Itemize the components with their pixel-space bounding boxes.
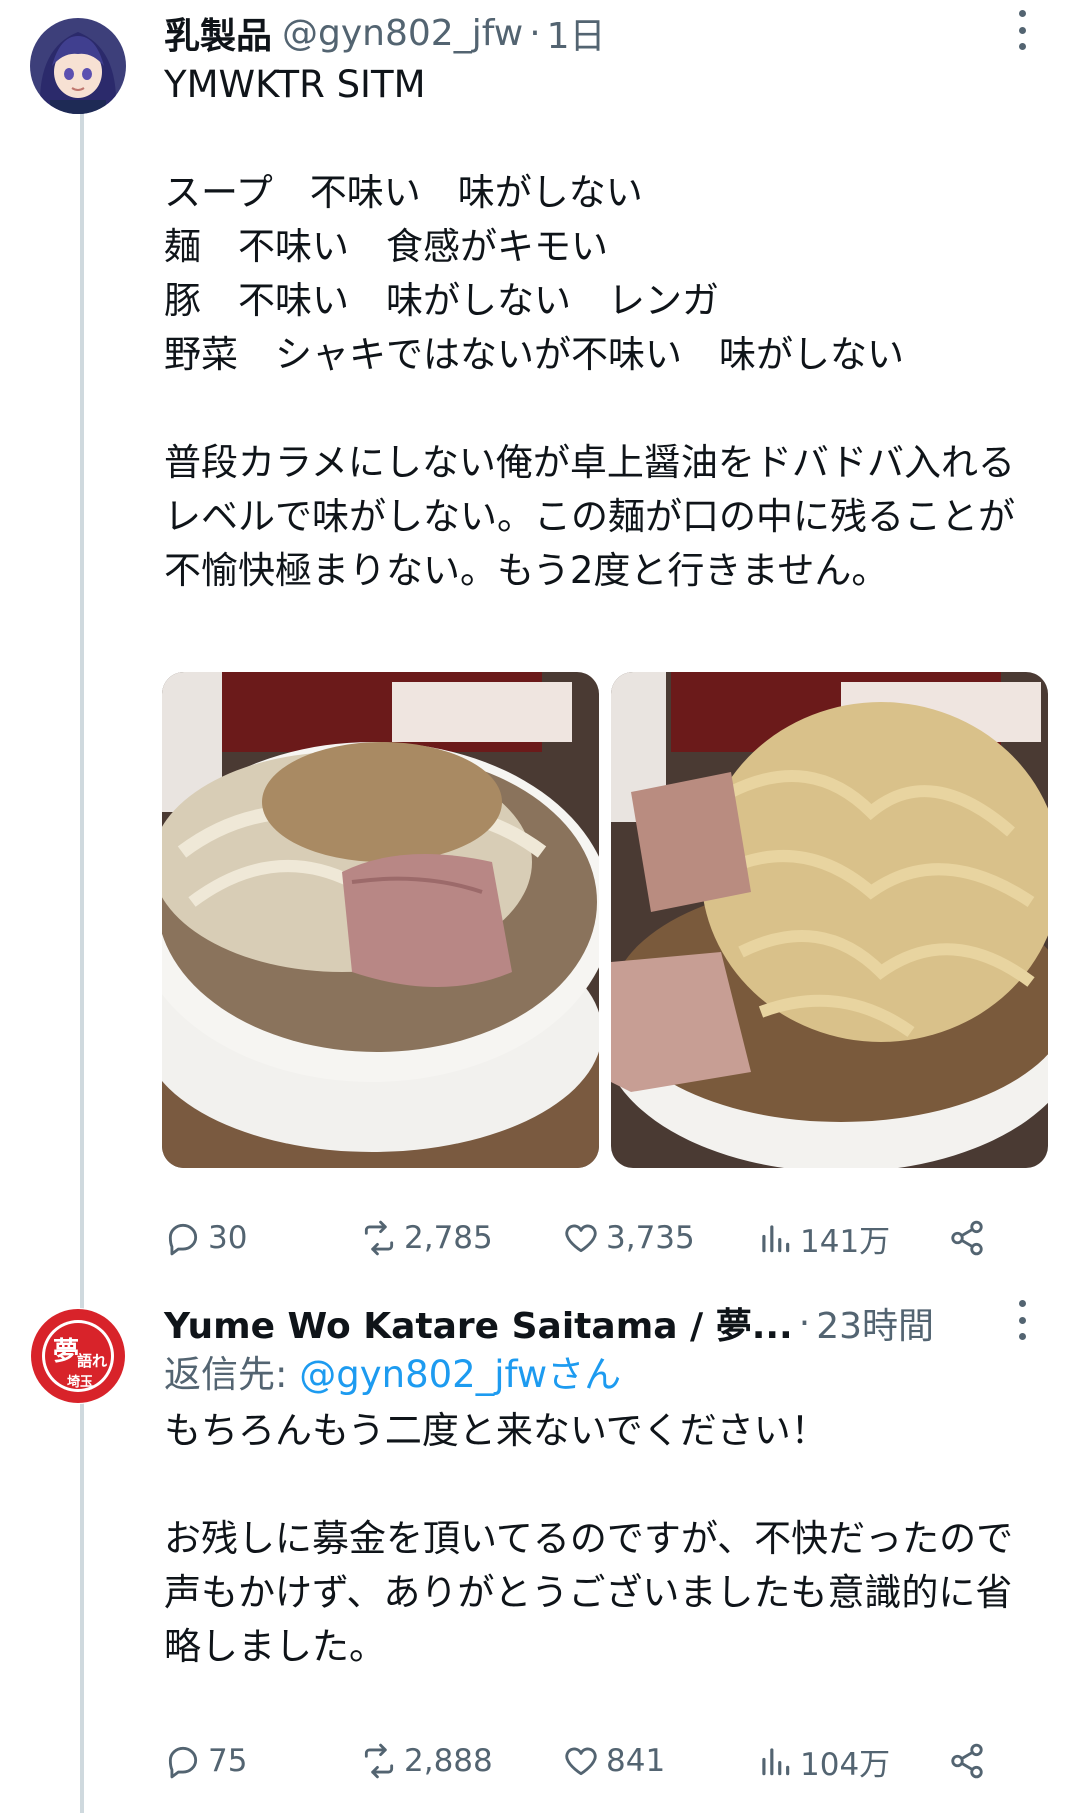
views-icon xyxy=(762,1748,790,1776)
reply-to-line: 返信先: @gyn802_jfwさん xyxy=(164,1348,621,1402)
like-button[interactable]: 841 xyxy=(562,1736,665,1786)
thread-connector-line xyxy=(80,108,84,1813)
views-icon xyxy=(762,1225,790,1253)
tweet-text: YMWKTR SITM スープ 不味い 味がしない 麺 不味い 食感がキモい 豚… xyxy=(164,63,1015,592)
tweet-text: もちろんもう二度と来ないでください！ お残しに募金を頂いてるのですが、不快だった… xyxy=(164,1409,1014,1668)
retweet-button[interactable]: 2,888 xyxy=(360,1736,493,1786)
timestamp[interactable]: 23時間 xyxy=(816,1297,934,1349)
reply-button[interactable]: 30 xyxy=(164,1213,247,1263)
views-count: 141万 xyxy=(800,1223,891,1260)
user-handle[interactable]: @gyn802_jfw xyxy=(282,13,523,54)
tweet-actions: 75 2,888 841 104万 xyxy=(164,1736,1024,1786)
reply-icon xyxy=(168,1746,198,1779)
retweet-count: 2,888 xyxy=(404,1743,493,1779)
views-button[interactable]: 141万 xyxy=(756,1213,890,1263)
reply-button[interactable]: 75 xyxy=(164,1736,247,1786)
retweet-button[interactable]: 2,785 xyxy=(360,1213,493,1263)
more-icon[interactable] xyxy=(1012,1300,1032,1340)
avatar[interactable] xyxy=(30,18,126,114)
ramen-photo-1[interactable] xyxy=(162,672,599,1168)
timestamp[interactable]: 1日 xyxy=(547,7,606,59)
retweet-icon xyxy=(364,1743,394,1779)
retweet-count: 2,785 xyxy=(404,1220,493,1256)
svg-text:語れ: 語れ xyxy=(77,1352,107,1370)
reply-count: 75 xyxy=(208,1743,248,1779)
share-icon xyxy=(951,1220,983,1256)
like-icon xyxy=(565,1224,597,1253)
more-icon[interactable] xyxy=(1012,10,1032,50)
like-icon xyxy=(565,1747,597,1776)
separator-dot: · xyxy=(798,1302,811,1344)
display-name[interactable]: 乳製品 xyxy=(164,7,272,59)
tweet-header: Yume Wo Katare Saitama / 夢... · 23時間 xyxy=(164,1298,934,1348)
reply-to-prefix: 返信先: xyxy=(164,1353,300,1396)
like-count: 841 xyxy=(606,1743,666,1779)
like-count: 3,735 xyxy=(606,1220,695,1256)
reply-to-handle-link[interactable]: @gyn802_jfwさん xyxy=(299,1353,621,1396)
tweet-actions: 30 2,785 3,735 141万 xyxy=(164,1213,1024,1263)
reply-count: 30 xyxy=(208,1220,248,1256)
media-gallery xyxy=(162,672,1048,1168)
tweet-header: 乳製品 @gyn802_jfw · 1日 xyxy=(164,8,606,58)
display-name[interactable]: Yume Wo Katare Saitama / 夢... xyxy=(164,1297,793,1349)
share-button[interactable] xyxy=(948,1736,992,1786)
retweet-icon xyxy=(364,1220,394,1256)
svg-text:埼玉: 埼玉 xyxy=(67,1374,93,1390)
svg-text:夢: 夢 xyxy=(53,1337,79,1367)
like-button[interactable]: 3,735 xyxy=(562,1213,695,1263)
views-count: 104万 xyxy=(800,1746,891,1783)
separator-dot: · xyxy=(529,12,541,54)
yume-wo-katare-logo-image: 夢 語れ 埼玉 xyxy=(31,1309,125,1403)
anime-avatar-image xyxy=(30,18,126,114)
reply-icon xyxy=(168,1223,198,1256)
avatar[interactable]: 夢 語れ 埼玉 xyxy=(30,1308,126,1404)
share-icon xyxy=(951,1743,983,1779)
share-button[interactable] xyxy=(948,1213,992,1263)
views-button[interactable]: 104万 xyxy=(756,1736,890,1786)
ramen-photo-2[interactable] xyxy=(611,672,1048,1168)
